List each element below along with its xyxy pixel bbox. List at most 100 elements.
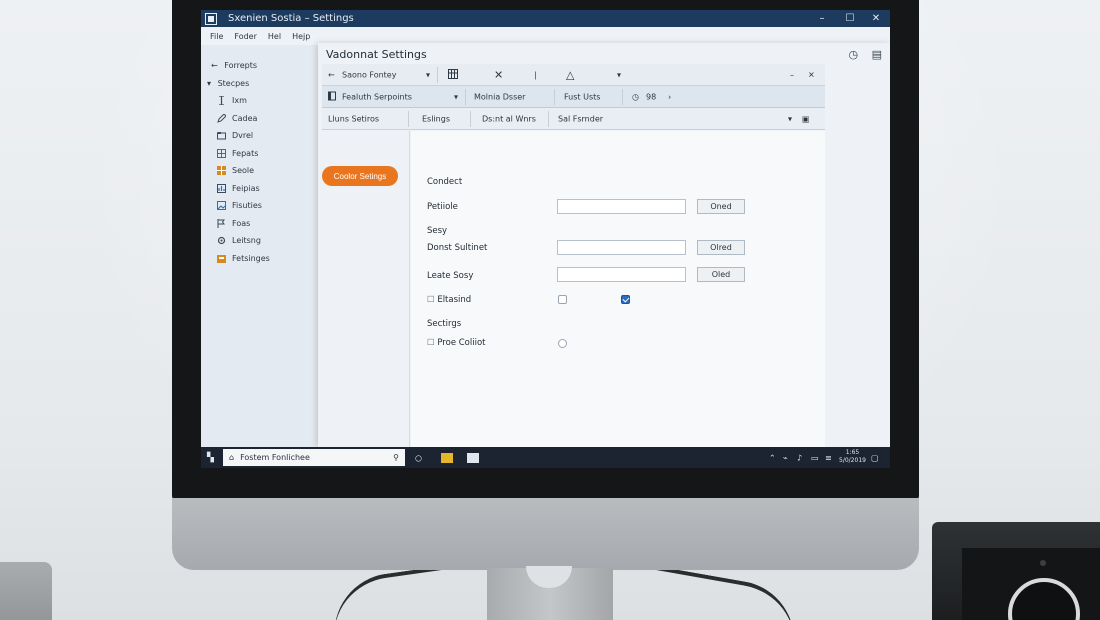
taskbar-search[interactable]: ⌂ Fostem Fonlichee ⚲	[223, 449, 405, 466]
chevron-up-icon[interactable]: ⌃	[769, 453, 776, 462]
sliders-icon[interactable]	[448, 68, 458, 81]
section-heading: Condect	[427, 177, 463, 187]
text-field-2[interactable]	[557, 240, 686, 255]
text-field-1[interactable]	[557, 199, 686, 214]
layout-icon[interactable]: ▤	[872, 48, 882, 61]
back-arrow-icon[interactable]: ←	[328, 70, 335, 79]
notification-icon[interactable]: ▢	[871, 453, 879, 462]
zoom-value: 98	[646, 92, 657, 101]
gear-icon	[217, 236, 226, 245]
toolbar-close[interactable]: ✕	[808, 70, 815, 79]
checkbox-glyph-icon: ☐	[427, 295, 435, 305]
sidebar-item-6[interactable]: Fisuties	[217, 201, 262, 210]
checkbox-2-checked[interactable]	[621, 295, 630, 304]
checkbox-1[interactable]	[558, 295, 567, 304]
tab-0[interactable]: Lluns Setiros	[328, 114, 379, 123]
sidebar-item-3[interactable]: Fepats	[217, 149, 258, 158]
menu-file[interactable]: File	[210, 32, 223, 41]
close-button[interactable]: ✕	[861, 10, 890, 27]
font-selector[interactable]: Saono Fontey	[342, 70, 396, 79]
zoom-icon[interactable]: ◷	[632, 92, 639, 101]
sidebar-item-1[interactable]: Cadea	[217, 113, 257, 123]
chevron-down-icon[interactable]: ▾	[788, 114, 792, 123]
app-icon	[205, 12, 217, 25]
sidebar-item-label: Ixm	[232, 96, 247, 105]
chevron-right-icon[interactable]: ›	[668, 92, 671, 101]
open-button-3[interactable]: Oled	[697, 267, 745, 282]
radio-button[interactable]	[558, 339, 567, 348]
tab-2[interactable]: Ds:nt al Wnrs	[482, 114, 536, 123]
sidebar-tree-header[interactable]: ▾ Stecpes	[207, 79, 249, 88]
sidebar-item-label: Feipias	[232, 184, 260, 193]
window-titlebar: Sxenien Sostia – Settings – ☐ ✕	[201, 10, 890, 27]
task-view-icon[interactable]: ○	[415, 453, 422, 462]
settings-dialog: Vadonnat Settings ◷ ▤ ← Saono Fontey ▾ ✕…	[318, 43, 890, 447]
field-label: Petiiole	[427, 202, 458, 212]
network-icon[interactable]: ⌁	[783, 453, 788, 462]
triangle-icon[interactable]: △	[566, 68, 574, 81]
menu-help[interactable]: Hejp	[292, 32, 310, 41]
sidebar-item-label: Seole	[232, 166, 255, 175]
sidebar: ← Forrepts ▾ Stecpes Ixm Cadea Dvrel Fep…	[201, 45, 318, 447]
open-button-2[interactable]: Olred	[697, 240, 745, 255]
battery-icon[interactable]: ▭	[811, 453, 819, 462]
home-icon: ⌂	[229, 453, 235, 462]
arrow-left-icon: ←	[211, 61, 218, 70]
file-explorer-icon[interactable]	[441, 452, 453, 463]
clock-date: 5/0/2019	[839, 457, 866, 464]
sidebar-item-0[interactable]: Ixm	[217, 95, 247, 106]
search-icon: ⚲	[393, 453, 399, 462]
tab-3[interactable]: Sal Fsrnder	[558, 114, 603, 123]
sidebar-item-5[interactable]: Feipias	[217, 184, 260, 193]
close-x-icon[interactable]: ✕	[494, 68, 503, 81]
chevron-down-icon[interactable]: ▾	[426, 70, 430, 79]
sidebar-item-8[interactable]: Leitsng	[217, 236, 261, 245]
checkbox-row[interactable]: ☐ Eltasind	[427, 295, 471, 305]
sidebar-item-7[interactable]: Foas	[217, 219, 250, 228]
panel-icon[interactable]: ▣	[802, 114, 810, 123]
field-label: Donst Sultinet	[427, 243, 488, 253]
menu-hel[interactable]: Hel	[268, 32, 281, 41]
sidebar-item-2[interactable]: Dvrel	[217, 131, 253, 140]
grid-icon	[217, 149, 226, 158]
sidebar-item-9[interactable]: Fetsinges	[217, 254, 270, 263]
checkbox-row[interactable]: ☐ Proe Coliiot	[427, 338, 486, 348]
tab-1[interactable]: Eslings	[422, 114, 450, 123]
sidebar-item-label: Foas	[232, 219, 251, 228]
document-icon	[328, 91, 336, 102]
minimize-button[interactable]: –	[807, 10, 837, 27]
checkbox-glyph-icon: ☐	[427, 338, 435, 348]
store-icon[interactable]	[467, 452, 479, 463]
checkbox-label: Eltasind	[437, 295, 472, 305]
grid-icon	[217, 166, 226, 175]
clock-icon[interactable]: ◷	[848, 48, 858, 61]
menu-folder[interactable]: Foder	[234, 32, 257, 41]
sidebar-item-label: Fetsinges	[232, 254, 270, 263]
dialog-toolbar: ← Saono Fontey ▾ ✕ | △ ▾ – ✕	[322, 64, 825, 86]
toolbar-item-3[interactable]: Fust Usts	[564, 92, 600, 101]
chevron-down-icon[interactable]: ▾	[617, 70, 621, 79]
chevron-down-icon[interactable]: ▾	[454, 92, 458, 101]
toolbar-minimize[interactable]: –	[790, 70, 794, 79]
image-icon	[217, 201, 226, 210]
flag-icon	[217, 219, 226, 228]
clock[interactable]: 1:65 5/0/2019	[839, 449, 866, 465]
sidebar-back[interactable]: ← Forrepts	[211, 61, 257, 70]
screen: Sxenien Sostia – Settings – ☐ ✕ File Fod…	[201, 10, 890, 468]
open-button-1[interactable]: Oned	[697, 199, 745, 214]
window-title: Sxenien Sostia – Settings	[228, 13, 354, 24]
sidebar-item-4[interactable]: Seole	[217, 166, 254, 175]
language-icon[interactable]: ≡	[825, 453, 832, 462]
color-settings-button[interactable]: Coolor Setings	[322, 166, 398, 186]
volume-icon[interactable]: ♪	[797, 453, 802, 462]
sidebar-back-label: Forrepts	[224, 61, 258, 70]
folder-icon	[217, 131, 226, 140]
text-field-3[interactable]	[557, 267, 686, 282]
divider-icon: |	[534, 70, 537, 79]
sidebar-item-label: Leitsng	[232, 236, 261, 245]
start-icon[interactable]: ▚	[207, 453, 214, 463]
settings-content: Condect Petiiole Oned Sesy Donst Sultine…	[411, 131, 825, 447]
sidebar-item-label: Dvrel	[232, 131, 254, 140]
toolbar-item-1[interactable]: Fealuth Serpoints	[342, 92, 412, 101]
toolbar-item-2[interactable]: Molnia Dsser	[474, 92, 525, 101]
